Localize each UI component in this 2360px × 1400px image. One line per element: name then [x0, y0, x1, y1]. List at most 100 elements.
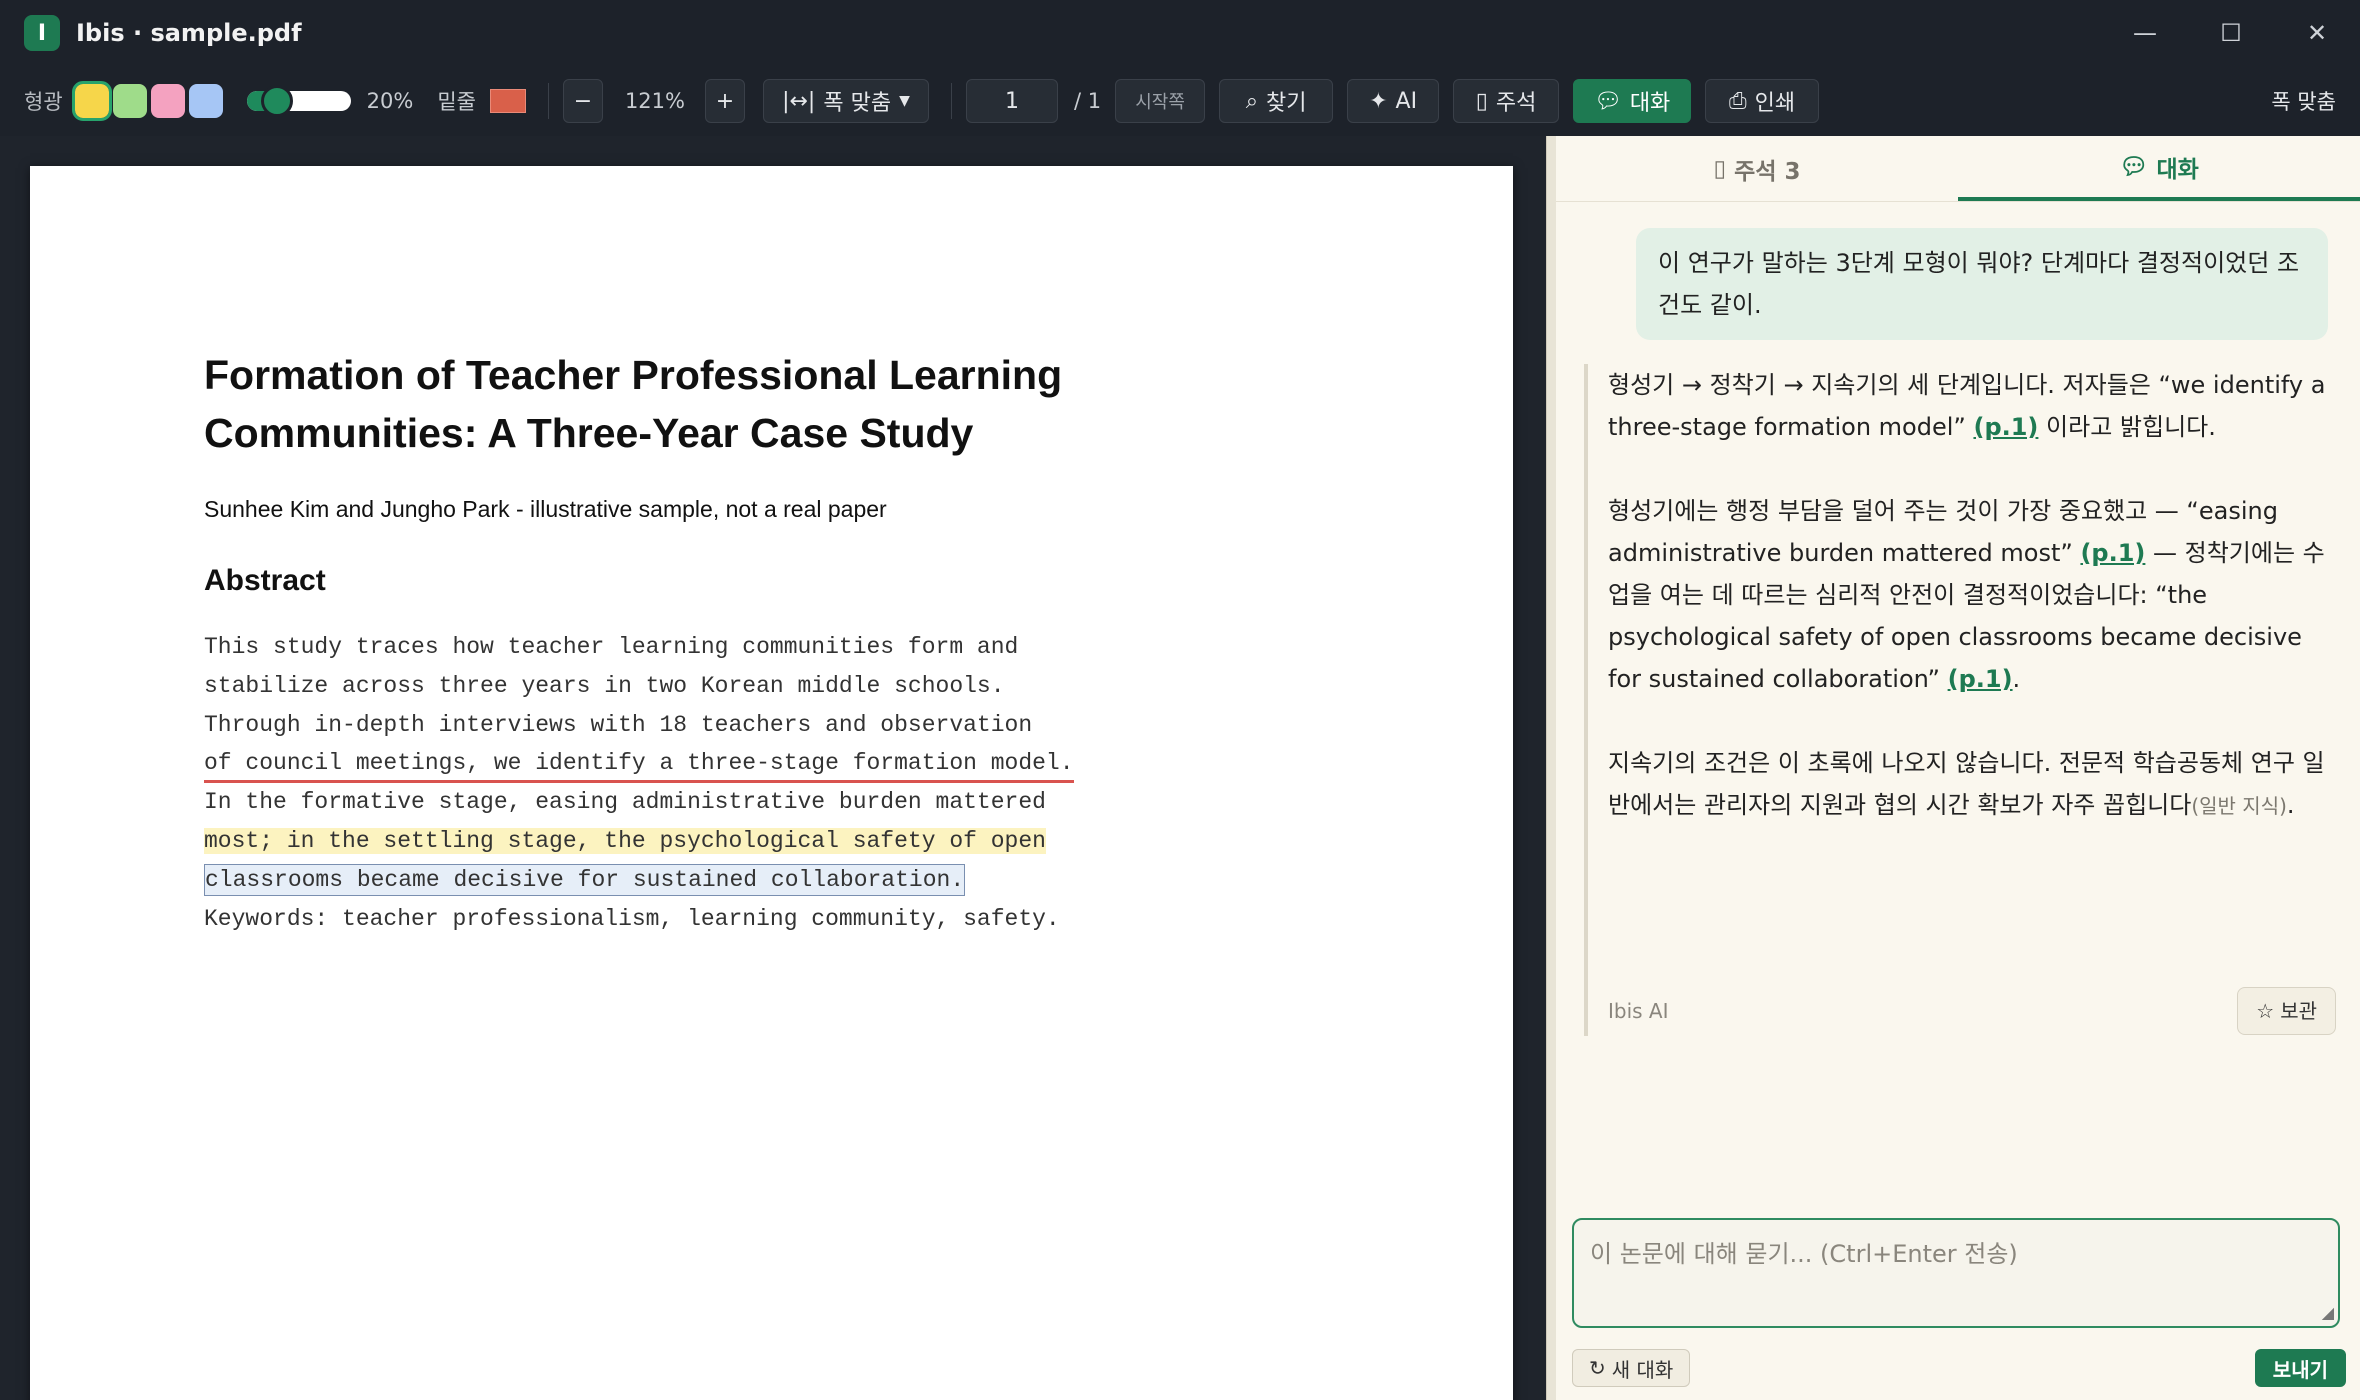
abstract-line: This study traces how teacher learning c… — [204, 628, 1074, 667]
abstract-line: most; in the settling stage, the psychol… — [204, 822, 1074, 861]
zoom-level: 121% — [624, 89, 685, 113]
minimize-icon: — — [2133, 19, 2157, 47]
maximize-icon: ☐ — [2220, 19, 2242, 47]
swatch-blue[interactable] — [188, 84, 223, 118]
tab-chat[interactable]: 💬︎ 대화 — [1958, 136, 2360, 201]
ai-message: 형성기 → 정착기 → 지속기의 세 단계입니다. 저자들은 “we ident… — [1584, 364, 2336, 1036]
abstract-line-text: Through in-depth interviews with 18 teac… — [204, 711, 1033, 738]
save-label: 보관 — [2280, 999, 2317, 1023]
tab-annotations-label: 주석 3 — [1734, 158, 1801, 185]
find-label: 찾기 — [1266, 91, 1307, 116]
chat-bubble-icon: 💬︎ — [1593, 88, 1622, 114]
document-viewer[interactable]: Formation of Teacher Professional Learni… — [0, 136, 1546, 1400]
refresh-icon: ↻ — [1589, 1356, 1606, 1380]
abstract-line-text: Keywords: teacher professionalism, learn… — [204, 905, 1060, 932]
minimize-button[interactable]: — — [2102, 0, 2188, 66]
close-icon: ✕ — [2306, 19, 2328, 47]
paper-title: Formation of Teacher Professional Learni… — [204, 352, 1063, 456]
pdf-page[interactable]: Formation of Teacher Professional Learni… — [30, 166, 1513, 1400]
ai-button[interactable]: ✦ AI — [1347, 79, 1440, 123]
app-icon: I — [24, 15, 60, 51]
toolbar: 형광 20% 밑줄 − 121% + |↔| 폭 맞춤 ▼ 1 / 1 시작쪽 … — [0, 66, 2360, 136]
chevron-down-icon: ▼ — [899, 93, 910, 109]
window-title: Ibis · sample.pdf — [76, 19, 302, 47]
print-button[interactable]: ⎙ 인쇄 — [1705, 79, 1820, 123]
chat-input-placeholder: 이 논문에 대해 묻기... (Ctrl+Enter 전송) — [1590, 1240, 2018, 1268]
resize-grip-icon[interactable]: ◢ — [2322, 1303, 2334, 1322]
fit-width-label: 폭 맞춤 — [823, 91, 892, 116]
ai-text: . — [2286, 791, 2295, 819]
highlight-annotation[interactable]: most; in the settling stage, the psychol… — [204, 827, 1046, 854]
ai-paragraph: 지속기의 조건은 이 초록에 나오지 않습니다. 전문적 학습공동체 연구 일반… — [1608, 742, 2332, 827]
tab-annotations[interactable]: ▯ 주석 3 — [1556, 136, 1958, 201]
zoom-out-button[interactable]: − — [562, 79, 603, 123]
panel-resize-handle[interactable] — [1546, 136, 1556, 1400]
ai-sender-label: Ibis AI — [1608, 999, 1669, 1023]
highlight-label: 형광 — [24, 90, 63, 114]
annotations-label: 주석 — [1495, 91, 1537, 116]
general-knowledge-note: (일반 지식) — [2191, 794, 2287, 818]
first-page-button[interactable]: 시작쪽 — [1115, 79, 1206, 123]
annotations-button[interactable]: ▯ 주석 — [1453, 79, 1560, 123]
page-number-input[interactable]: 1 — [965, 79, 1058, 123]
print-label: 인쇄 — [1754, 91, 1796, 116]
user-message: 이 연구가 말하는 3단계 모형이 뭐야? 단계마다 결정적이었던 조건도 같이… — [1636, 228, 2328, 340]
abstract-line-text: stabilize across three years in two Kore… — [204, 672, 1005, 699]
paper-authors: Sunhee Kim and Jungho Park - illustrativ… — [204, 496, 887, 522]
document-icon: ▯ — [1713, 155, 1727, 182]
abstract-line: Through in-depth interviews with 18 teac… — [204, 706, 1074, 745]
swatch-yellow[interactable] — [71, 81, 112, 121]
maximize-button[interactable]: ☐ — [2188, 0, 2274, 66]
save-message-button[interactable]: ☆ 보관 — [2237, 987, 2336, 1035]
close-button[interactable]: ✕ — [2274, 0, 2360, 66]
toolbar-separator — [950, 83, 952, 119]
chat-label: 대화 — [1629, 91, 1671, 116]
abstract-line-text: This study traces how teacher learning c… — [204, 634, 1019, 660]
abstract-line: Keywords: teacher professionalism, learn… — [204, 900, 1074, 939]
ai-label: AI — [1395, 88, 1418, 114]
ai-text: 이라고 밝힙니다. — [2038, 413, 2216, 441]
search-icon: ⌕ — [1245, 88, 1259, 114]
chat-bubble-icon: 💬︎ — [2119, 154, 2149, 180]
abstract-heading: Abstract — [204, 564, 326, 597]
sparkle-icon: ✦ — [1369, 88, 1388, 114]
ai-text: 형성기 → 정착기 → 지속기의 세 단계입니다. 저자들은 “we ident… — [1608, 371, 2326, 441]
highlight-swatches — [71, 81, 223, 121]
new-chat-label: 새 대화 — [1611, 1357, 1674, 1382]
abstract-text: This study traces how teacher learning c… — [204, 628, 1074, 938]
new-chat-button[interactable]: ↻ 새 대화 — [1572, 1349, 1691, 1387]
fit-width-icon: |↔| — [782, 88, 816, 114]
zoom-in-button[interactable]: + — [704, 79, 745, 123]
swatch-pink[interactable] — [150, 84, 185, 118]
send-button[interactable]: 보내기 — [2254, 1349, 2346, 1387]
ai-message-footer: Ibis AI ☆ 보관 — [1608, 986, 2336, 1036]
citation-link[interactable]: (p.1) — [1973, 413, 2038, 441]
chat-input[interactable]: 이 논문에 대해 묻기... (Ctrl+Enter 전송) ◢ — [1572, 1218, 2340, 1328]
find-button[interactable]: ⌕ 찾기 — [1219, 79, 1334, 123]
tab-chat-label: 대화 — [2156, 156, 2199, 183]
abstract-line: stabilize across three years in two Kore… — [204, 667, 1074, 706]
window-controls: — ☐ ✕ — [2102, 0, 2360, 66]
opacity-slider[interactable] — [246, 85, 351, 117]
underline-label: 밑줄 — [437, 90, 476, 114]
selected-text-annotation[interactable]: classrooms became decisive for sustained… — [204, 863, 966, 896]
chat-button[interactable]: 💬︎ 대화 — [1573, 79, 1692, 123]
minus-icon: − — [573, 88, 593, 114]
plus-icon: + — [715, 88, 735, 114]
fit-width-status: 폭 맞춤 — [2271, 90, 2336, 114]
ai-paragraph: 형성기에는 행정 부담을 덜어 주는 것이 가장 중요했고 — “easing … — [1608, 490, 2332, 700]
abstract-line-text: In the formative stage, easing administr… — [204, 789, 1046, 816]
underline-annotation[interactable]: of council meetings, we identify a three… — [204, 746, 1074, 784]
abstract-line: classrooms became decisive for sustained… — [204, 861, 1074, 900]
opacity-slider-knob[interactable] — [261, 85, 294, 117]
toolbar-separator — [547, 83, 549, 119]
fit-width-dropdown[interactable]: |↔| 폭 맞춤 ▼ — [762, 79, 929, 123]
title-bar: I Ibis · sample.pdf — ☐ ✕ — [0, 0, 2360, 66]
swatch-green[interactable] — [112, 84, 147, 118]
underline-color-swatch[interactable] — [489, 89, 526, 113]
side-panel: ▯ 주석 3 💬︎ 대화 이 연구가 말하는 3단계 모형이 뭐야? 단계마다 … — [1556, 136, 2360, 1400]
citation-link[interactable]: (p.1) — [1948, 665, 2013, 693]
document-icon: ▯ — [1475, 88, 1488, 114]
citation-link[interactable]: (p.1) — [2080, 539, 2145, 567]
ai-text: . — [2012, 665, 2021, 693]
